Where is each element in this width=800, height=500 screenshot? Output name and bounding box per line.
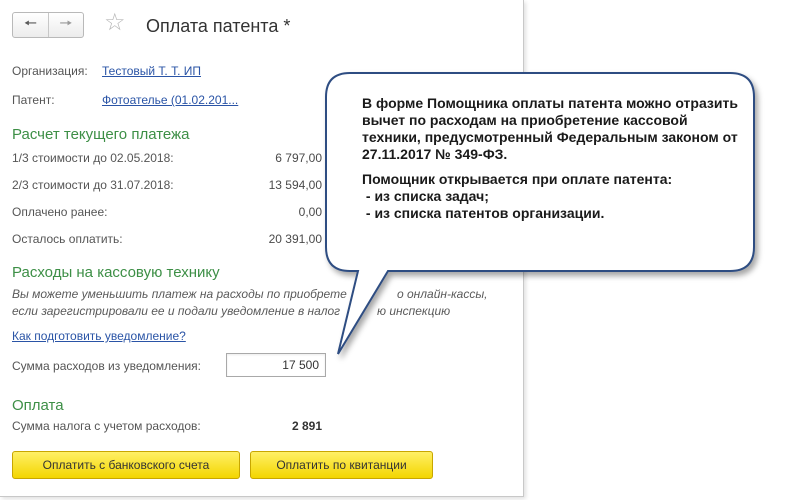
back-button[interactable]: 🠔 xyxy=(13,13,48,37)
window-title: Оплата патента * xyxy=(146,16,291,36)
callout-bullet-2: - из списка патентов организации. xyxy=(362,205,605,221)
cash-register-note-line2-tail: ю инспекцию xyxy=(377,304,451,318)
callout-bullet-1: - из списка задач; xyxy=(362,188,489,204)
tax-after-expenses-label: Сумма налога с учетом расходов: xyxy=(12,419,201,433)
patent-payment-window: 🠔 🠖 ☆ Оплата патента * Организация: Тест… xyxy=(0,0,524,497)
row-label: 1/3 стоимости до 02.05.2018: xyxy=(12,151,174,165)
row-value: 0,00 xyxy=(298,205,322,219)
arrow-right-icon: 🠖 xyxy=(59,14,73,32)
row-label: Оплачено ранее: xyxy=(12,205,108,219)
callout-paragraph-1: В форме Помощника оплаты патента можно о… xyxy=(362,95,738,162)
organization-label: Организация: xyxy=(12,64,88,78)
navigation-buttons: 🠔 🠖 xyxy=(12,12,84,38)
row-label: 2/3 стоимости до 31.07.2018: xyxy=(12,178,174,192)
forward-button[interactable]: 🠖 xyxy=(48,13,83,37)
patent-label: Патент: xyxy=(12,93,55,107)
cash-register-note-line1-tail: о онлайн-кассы, xyxy=(397,287,488,301)
row-label: Осталось оплатить: xyxy=(12,232,123,246)
row-value: 6 797,00 xyxy=(275,151,322,165)
cash-register-note-line2: если зарегистрировали ее и подали уведом… xyxy=(12,304,341,318)
callout-paragraph-2: Помощник открывается при оплате патента: xyxy=(362,171,673,187)
row-value: 20 391,00 xyxy=(268,232,322,246)
cash-register-heading: Расходы на кассовую технику xyxy=(12,264,220,281)
arrow-left-icon: 🠔 xyxy=(23,14,38,32)
pay-from-bank-account-button[interactable]: Оплатить с банковского счета xyxy=(12,451,240,479)
callout-text: В форме Помощника оплаты патента можно о… xyxy=(362,95,742,222)
expense-amount-label: Сумма расходов из уведомления: xyxy=(12,359,201,373)
pay-by-receipt-button[interactable]: Оплатить по квитанции xyxy=(250,451,433,479)
expense-amount-input[interactable]: 17 500 xyxy=(226,353,326,377)
organization-link[interactable]: Тестовый Т. Т. ИП xyxy=(102,64,201,78)
how-to-prepare-notice-link[interactable]: Как подготовить уведомление? xyxy=(12,329,186,343)
tax-after-expenses-value: 2 891 xyxy=(292,419,323,433)
current-payment-heading: Расчет текущего платежа xyxy=(12,126,190,143)
row-value: 13 594,00 xyxy=(268,178,322,192)
payment-heading: Оплата xyxy=(12,397,64,414)
patent-link[interactable]: Фотоателье (01.02.201... xyxy=(102,93,238,107)
star-icon[interactable]: ☆ xyxy=(104,11,126,35)
cash-register-note-line1: Вы можете уменьшить платеж на расходы по… xyxy=(12,287,347,301)
